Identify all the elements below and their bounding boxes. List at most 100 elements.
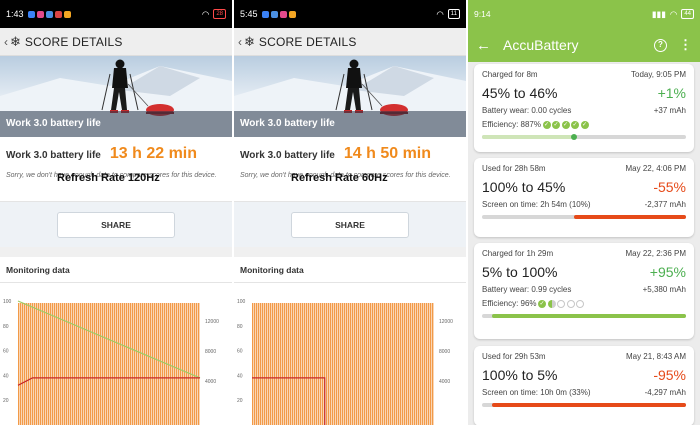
cpu-bar — [252, 303, 254, 425]
efficiency-dot-icon — [576, 299, 585, 308]
cpu-bar — [322, 303, 324, 425]
cpu-bar — [28, 303, 30, 425]
cpu-bar — [400, 303, 402, 425]
cpu-bar — [192, 303, 194, 425]
efficiency-dot-icon: ✓ — [571, 120, 579, 129]
y2-tick-label: 12000 — [205, 319, 219, 325]
cpu-bar — [126, 303, 128, 425]
more-options-icon[interactable]: ⋮ — [679, 37, 692, 53]
battery-icon: 28 — [213, 9, 226, 19]
cpu-bar — [354, 303, 356, 425]
hero-image: Work 3.0 battery life — [0, 56, 232, 137]
cpu-bar — [160, 303, 162, 425]
cpu-bar — [24, 303, 26, 425]
efficiency-row: Efficiency: 887% ✓ ✓ ✓ ✓ ✓ — [482, 120, 686, 129]
back-button[interactable]: ‹ — [4, 35, 8, 49]
session-range: 100% to 45% — [482, 179, 566, 195]
cpu-bar — [58, 303, 60, 425]
cpu-bar — [38, 303, 40, 425]
cpu-bar — [300, 303, 302, 425]
refresh-rate-overlay: Refresh Rate 60Hz — [291, 172, 388, 184]
cpu-bar — [124, 303, 126, 425]
y-tick-label: 100 — [3, 299, 12, 305]
session-card[interactable]: Charged for 8m Today, 9:05 PM 45% to 46% +1… — [474, 64, 694, 152]
charge-range-fill — [573, 215, 686, 219]
cpu-bar — [388, 303, 390, 425]
cpu-bar — [374, 303, 376, 425]
cpu-bar — [422, 303, 424, 425]
session-delta: +1% — [657, 85, 686, 101]
accubattery-pane: 9:14 ▮▮▮ ◠ 44 ← AccuBattery ? ⋮ Charged … — [468, 0, 700, 425]
session-duration: Used for 28h 58m — [482, 164, 546, 173]
help-icon[interactable]: ? — [654, 38, 667, 52]
back-button[interactable]: ‹ — [238, 35, 242, 49]
cpu-bar — [112, 303, 114, 425]
cpu-bar — [108, 303, 110, 425]
cpu-bar — [378, 303, 380, 425]
status-time: 9:14 — [474, 9, 491, 19]
status-time: 5:45 — [240, 9, 258, 19]
y2-tick-label: 12000 — [439, 319, 453, 325]
cpu-bar — [272, 303, 274, 425]
cpu-bar — [276, 303, 278, 425]
y-tick-label: 80 — [237, 324, 243, 330]
cpu-bar — [76, 303, 78, 425]
cpu-bar — [372, 303, 374, 425]
cpu-bar — [292, 303, 294, 425]
cpu-bar — [332, 303, 334, 425]
cpu-bar — [92, 303, 94, 425]
cpu-bar — [118, 303, 120, 425]
cpu-bar — [394, 303, 396, 425]
cpu-bar — [304, 303, 306, 425]
session-duration: Charged for 8m — [482, 70, 538, 79]
cpu-bar — [164, 303, 166, 425]
cpu-bar — [314, 303, 316, 425]
cpu-bar — [318, 303, 320, 425]
cpu-bar — [152, 303, 154, 425]
cpu-bar — [268, 303, 270, 425]
session-mah: +5,380 mAh — [642, 285, 686, 294]
monitoring-heading: Monitoring data — [234, 257, 466, 283]
cpu-bar — [348, 303, 350, 425]
cpu-bar — [34, 303, 36, 425]
cpu-bar — [350, 303, 352, 425]
share-button[interactable]: SHARE — [291, 211, 409, 238]
back-arrow-icon[interactable]: ← — [476, 37, 491, 54]
cpu-bar — [180, 303, 182, 425]
session-card[interactable]: Used for 29h 53m May 21, 8:43 AM 100% to 5… — [474, 346, 694, 425]
cpu-bar — [172, 303, 174, 425]
cpu-bar — [156, 303, 158, 425]
cpu-bar — [356, 303, 358, 425]
cpu-bar — [380, 303, 382, 425]
compare-note: Sorry, we don't have enough data to comp… — [6, 171, 226, 191]
cpu-bar — [290, 303, 292, 425]
cpu-bar — [86, 303, 88, 425]
y-tick-label: 60 — [3, 349, 9, 355]
share-button[interactable]: SHARE — [57, 211, 175, 238]
y-tick-label: 20 — [237, 398, 243, 404]
session-card[interactable]: Charged for 1h 29m May 22, 2:36 PM 5% to 1… — [474, 243, 694, 339]
share-zone: SHARE — [0, 202, 232, 247]
y2-tick-label: 4000 — [439, 379, 450, 385]
session-card[interactable]: Used for 28h 58m May 22, 4:06 PM 100% to 4… — [474, 158, 694, 237]
cpu-bar — [32, 303, 34, 425]
cpu-bar — [158, 303, 160, 425]
session-date: May 22, 2:36 PM — [625, 249, 686, 258]
monitoring-chart: 100 80 60 40 20 12000 8000 4000 — [234, 283, 466, 425]
monitoring-heading: Monitoring data — [0, 257, 232, 283]
score-box: Work 3.0 battery life 14 h 50 min Sorry,… — [234, 137, 466, 202]
cpu-bar — [326, 303, 328, 425]
cpu-bar — [104, 303, 106, 425]
y-tick-label: 80 — [3, 324, 9, 330]
cpu-bar — [410, 303, 412, 425]
cpu-bar — [120, 303, 122, 425]
y2-tick-label: 4000 — [205, 379, 216, 385]
cpu-bar — [338, 303, 340, 425]
screenshot-collage: 1:43 ◠ 28 ‹ ❄ SCORE DETAILS Work 3.0 bat… — [0, 0, 700, 425]
cpu-bar — [82, 303, 84, 425]
cpu-bar — [296, 303, 298, 425]
cpu-bar — [398, 303, 400, 425]
charge-range-fill — [492, 403, 686, 407]
score-label: Work 3.0 battery life — [240, 150, 335, 161]
session-list[interactable]: Charged for 8m Today, 9:05 PM 45% to 46% +1… — [468, 62, 700, 425]
